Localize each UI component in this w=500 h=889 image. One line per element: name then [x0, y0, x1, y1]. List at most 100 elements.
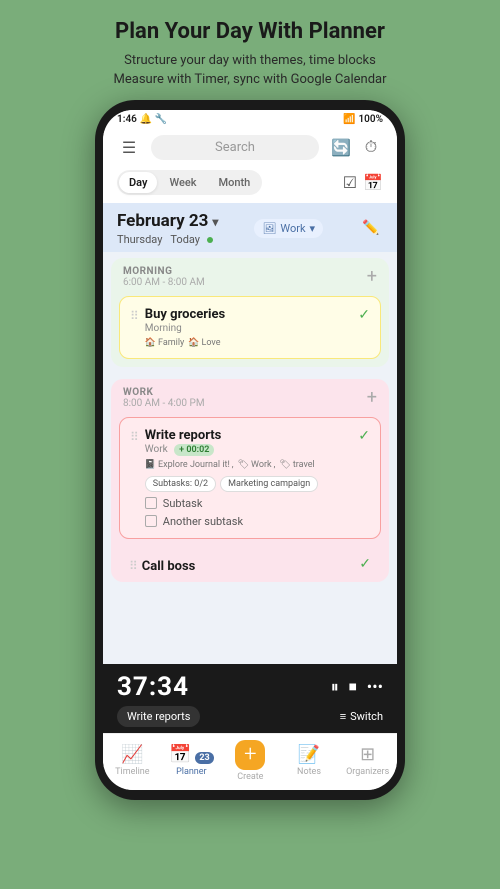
page-header: Plan Your Day With Planner Structure you… — [0, 0, 500, 100]
subtask-row-1: Subtask — [145, 497, 352, 510]
switch-button[interactable]: ≡ Switch — [340, 710, 383, 723]
planner-label: Planner — [176, 767, 207, 777]
write-reports-info: Write reports Work + 00:02 📓 Explore Jou… — [145, 428, 352, 528]
buy-groceries-card[interactable]: ⠿ Buy groceries Morning 🏠 Family 🏠 Love … — [119, 296, 381, 359]
tag-family: 🏠 Family — [145, 338, 184, 348]
date-title: February 23 — [117, 211, 218, 231]
morning-section-header: MORNING 6:00 AM - 8:00 AM + — [111, 258, 389, 292]
timer-pause-icon[interactable]: ⏸ — [331, 677, 339, 697]
morning-section: MORNING 6:00 AM - 8:00 AM + ⠿ Buy grocer… — [111, 258, 389, 367]
timer-icon[interactable]: ⏱ — [359, 135, 383, 159]
task-timer-badge: + 00:02 — [174, 444, 214, 456]
work-section-title: WORK — [123, 387, 205, 398]
tab-week[interactable]: Week — [159, 172, 206, 193]
status-signal: 📶 — [343, 114, 355, 125]
write-reports-subtitle: Work + 00:02 — [145, 444, 352, 456]
planner-icon-wrap: 📅 23 — [169, 744, 214, 765]
write-reports-tags: 📓 Explore Journal it!, 🏷 Work, 🏷 travel — [145, 460, 352, 470]
timer-controls: 37:34 ⏸ ⏹ ••• — [117, 672, 383, 702]
planner-badge: 23 — [195, 752, 213, 764]
timer-stop-icon[interactable]: ⏹ — [349, 677, 357, 697]
write-reports-card[interactable]: ⠿ Write reports Work + 00:02 📓 Explore J… — [119, 417, 381, 539]
switch-icon: ≡ — [340, 710, 346, 723]
tag-journal: 📓 Explore Journal it!, — [145, 460, 234, 470]
task-badges: Subtasks: 0/2 Marketing campaign — [145, 476, 352, 492]
timer-bar: 37:34 ⏸ ⏹ ••• Write reports ≡ Switch — [103, 664, 397, 733]
call-boss-card[interactable]: ⠿ Call boss ✓ — [119, 547, 381, 582]
date-chevron[interactable] — [212, 211, 218, 231]
edit-icon[interactable]: ✏️ — [359, 216, 383, 240]
task-subtitle: Morning — [145, 323, 352, 334]
bottom-nav: 📈 Timeline 📅 23 Planner + Create 📝 Notes — [103, 733, 397, 790]
task-tags: 🏠 Family 🏠 Love — [145, 338, 352, 348]
marketing-badge: Marketing campaign — [220, 476, 318, 492]
date-info: February 23 Thursday Today — [117, 211, 218, 246]
subtask-checkbox-2[interactable] — [145, 515, 157, 527]
work-title-group: WORK 8:00 AM - 4:00 PM — [123, 387, 205, 409]
page-subtitle: Structure your day with themes, time blo… — [20, 51, 480, 90]
drag-handle-icon-2: ⠿ — [130, 430, 139, 444]
drag-handle-icon-3: ⠿ — [129, 559, 138, 573]
checkbox-icon[interactable]: ☑ — [343, 173, 357, 192]
status-time: 1:46 — [117, 114, 137, 125]
work-badge[interactable]: 🖼 Work ▾ — [254, 219, 323, 238]
timer-display: 37:34 — [117, 672, 189, 702]
tab-icons: ☑ 📅 — [343, 173, 383, 192]
tab-month[interactable]: Month — [209, 172, 261, 193]
nav-organizers[interactable]: ⊞ Organizers — [346, 744, 390, 777]
organizers-icon: ⊞ — [360, 744, 375, 765]
subtask-label-1: Subtask — [163, 497, 203, 510]
work-section-header: WORK 8:00 AM - 4:00 PM + — [111, 379, 389, 413]
timer-more-icon[interactable]: ••• — [367, 677, 383, 696]
notes-label: Notes — [297, 767, 321, 777]
call-boss-checkmark[interactable]: ✓ — [359, 556, 371, 572]
tag-travel: 🏷 travel — [279, 460, 314, 470]
create-icon-wrap: + — [235, 740, 265, 770]
notes-icon: 📝 — [298, 744, 320, 765]
tab-day[interactable]: Day — [119, 172, 157, 193]
call-boss-left: ⠿ Call boss — [129, 555, 195, 574]
drag-handle-icon: ⠿ — [130, 309, 139, 323]
work-badge-icon: 🖼 — [262, 222, 276, 235]
status-bar: 1:46 🔔 🔧 📶 100% — [103, 110, 397, 129]
search-bar[interactable]: Search — [151, 135, 319, 160]
nav-notes[interactable]: 📝 Notes — [287, 744, 331, 777]
work-time: 8:00 AM - 4:00 PM — [123, 398, 205, 409]
create-label: Create — [237, 772, 263, 782]
refresh-icon[interactable]: 🔄 — [329, 135, 353, 159]
nav-timeline[interactable]: 📈 Timeline — [110, 744, 154, 777]
top-nav: ☰ Search 🔄 ⏱ — [103, 129, 397, 166]
tab-row: Day Week Month ☑ 📅 — [103, 166, 397, 203]
subtasks-badge: Subtasks: 0/2 — [145, 476, 216, 492]
menu-icon[interactable]: ☰ — [117, 135, 141, 159]
nav-create[interactable]: + Create — [228, 740, 272, 782]
morning-add-button[interactable]: + — [367, 266, 377, 287]
organizers-label: Organizers — [346, 767, 389, 777]
phone-shell: 1:46 🔔 🔧 📶 100% ☰ Search 🔄 ⏱ Day Week — [95, 100, 405, 800]
morning-time: 6:00 AM - 8:00 AM — [123, 277, 205, 288]
tag-work: 🏷 Work, — [238, 460, 276, 470]
work-chevron: ▾ — [310, 222, 316, 235]
date-header: February 23 Thursday Today 🖼 Work ▾ ✏ — [103, 203, 397, 252]
write-reports-checkmark[interactable]: ✓ — [358, 428, 370, 444]
nav-planner[interactable]: 📅 23 Planner — [169, 744, 214, 777]
date-subtitle: Thursday Today — [117, 233, 218, 246]
status-left: 1:46 🔔 🔧 — [117, 114, 167, 125]
task-info: Buy groceries Morning 🏠 Family 🏠 Love — [145, 307, 352, 348]
status-battery: 100% — [358, 114, 383, 125]
phone-screen: 1:46 🔔 🔧 📶 100% ☰ Search 🔄 ⏱ Day Week — [103, 110, 397, 790]
page-title: Plan Your Day With Planner — [20, 18, 480, 47]
task-header: ⠿ Buy groceries Morning 🏠 Family 🏠 Love … — [130, 307, 370, 348]
work-add-button[interactable]: + — [367, 387, 377, 408]
create-icon: + — [244, 742, 256, 767]
subtask-checkbox-1[interactable] — [145, 497, 157, 509]
status-icons: 🔔 🔧 — [140, 114, 167, 125]
call-boss-title: Call boss — [142, 559, 196, 574]
timer-task-label[interactable]: Write reports — [117, 706, 200, 727]
task-checkmark[interactable]: ✓ — [358, 307, 370, 323]
calendar-icon[interactable]: 📅 — [363, 173, 383, 192]
scroll-area: February 23 Thursday Today 🖼 Work ▾ ✏ — [103, 203, 397, 664]
tag-love: 🏠 Love — [188, 338, 220, 348]
today-dot — [207, 237, 213, 243]
timeline-icon: 📈 — [121, 744, 143, 765]
